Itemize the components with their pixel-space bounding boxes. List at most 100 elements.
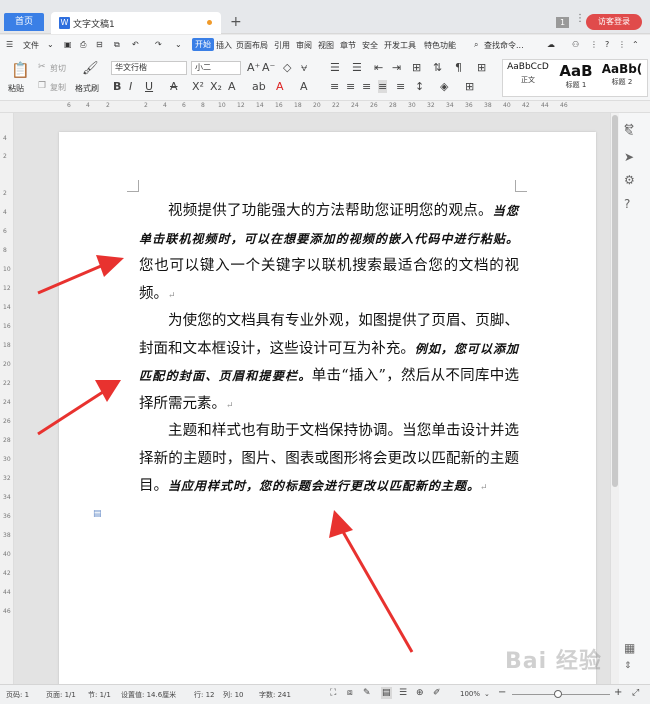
italic-icon[interactable]: I xyxy=(129,80,132,93)
show-marks-icon[interactable]: ¶ xyxy=(455,61,462,74)
status-page-number[interactable]: 页码: 1 xyxy=(6,690,29,700)
increase-indent-icon[interactable]: ⇥ xyxy=(392,61,401,74)
vertical-ruler[interactable]: 4 2 2 4 6 8 10 12 14 16 18 20 22 24 26 2… xyxy=(0,113,14,684)
border-icon[interactable]: ⊞ xyxy=(465,80,474,93)
scrollbar-thumb[interactable] xyxy=(612,115,618,487)
menu-layout[interactable]: 页面布局 xyxy=(236,40,268,51)
decrease-indent-icon[interactable]: ⇤ xyxy=(374,61,383,74)
paragraph-3[interactable]: 主题和样式也有助于文档保持协调。当您单击设计并选择新的主题时，图片、图表或图形将… xyxy=(139,418,519,503)
align-right-icon[interactable]: ≡ xyxy=(362,80,371,93)
shrink-font-icon[interactable]: A⁻ xyxy=(262,61,275,74)
highlight-icon[interactable]: ab xyxy=(252,80,266,93)
export-icon[interactable]: ⎙ xyxy=(80,40,86,50)
status-pages[interactable]: 页面: 1/1 xyxy=(46,690,76,700)
grow-font-icon[interactable]: A⁺ xyxy=(247,61,260,74)
document-page[interactable]: 视频提供了功能强大的方法帮助您证明您的观点。当您单击联机视频时，可以在想要添加的… xyxy=(59,132,596,692)
file-menu[interactable]: 文件 xyxy=(23,40,39,51)
paste-label[interactable]: 粘贴 xyxy=(8,83,24,94)
superscript-icon[interactable]: X² xyxy=(192,80,204,93)
file-dropdown-icon[interactable]: ⌄ xyxy=(47,40,54,49)
hamburger-icon[interactable]: ☰ xyxy=(6,40,13,49)
paragraph-2[interactable]: 为使您的文档具有专业外观，如图提供了页眉、页脚、封面和文本框设计，这些设计可互为… xyxy=(139,308,519,420)
format-painter-icon[interactable]: 🖌 xyxy=(82,61,99,76)
menu-insert[interactable]: 插入 xyxy=(216,40,232,51)
zoom-in-icon[interactable]: + xyxy=(614,687,622,698)
collapse-ribbon-icon[interactable]: ⌃ xyxy=(632,40,639,49)
menu-security[interactable]: 安全 xyxy=(362,40,378,51)
status-row[interactable]: 行: 12 xyxy=(194,690,215,700)
pen-mode-icon[interactable]: ✎ xyxy=(363,688,371,698)
help-icon[interactable]: ? xyxy=(605,40,609,49)
menu-developer[interactable]: 开发工具 xyxy=(384,40,416,51)
adjust-icon[interactable]: ⚙ xyxy=(624,173,635,187)
table-icon[interactable]: ⊞ xyxy=(477,61,486,74)
new-tab-button[interactable]: + xyxy=(230,14,242,30)
undo-icon[interactable]: ↶ xyxy=(132,40,139,49)
search-icon[interactable]: ⌕ xyxy=(474,40,478,50)
zoom-out-icon[interactable]: − xyxy=(498,687,506,698)
zoom-slider-handle[interactable] xyxy=(554,690,562,698)
bullet-list-icon[interactable]: ☰ xyxy=(330,61,340,74)
copy-icon[interactable]: ❐ xyxy=(38,81,46,91)
menu-review[interactable]: 审阅 xyxy=(296,40,312,51)
protect-icon[interactable]: ⧈ xyxy=(347,688,353,698)
copy-label[interactable]: 复制 xyxy=(50,82,66,93)
font-name-select[interactable]: 华文行楷 xyxy=(111,61,187,75)
format-painter-label[interactable]: 格式刷 xyxy=(75,83,99,94)
page-count-badge[interactable]: 1 xyxy=(556,17,569,28)
menu-section[interactable]: 章节 xyxy=(340,40,356,51)
zoom-dropdown-icon[interactable]: ⌄ xyxy=(484,690,490,698)
page-view-icon[interactable]: ▤ xyxy=(381,687,392,699)
subscript-icon[interactable]: X₂ xyxy=(210,80,222,93)
strikethrough-icon[interactable]: A xyxy=(170,80,178,93)
fit-page-icon[interactable]: ⤢ xyxy=(632,688,639,698)
menu-view[interactable]: 视图 xyxy=(318,40,334,51)
line-spacing-icon[interactable]: ↕ xyxy=(415,80,424,93)
char-shading-icon[interactable]: A xyxy=(300,80,308,93)
paragraph-handle-icon[interactable]: ▤ xyxy=(93,509,102,519)
style-heading-1[interactable]: AaB 标题 1 xyxy=(553,62,599,96)
more-icon[interactable]: ⋮ xyxy=(590,40,598,49)
quick-access-dropdown-icon[interactable]: ⌄ xyxy=(175,40,182,49)
help-circle-icon[interactable]: ? xyxy=(624,197,630,211)
status-word-count[interactable]: 字数: 241 xyxy=(259,690,291,700)
page-nav-icon[interactable]: ⇕ xyxy=(624,661,632,671)
read-mode-icon[interactable]: ✐ xyxy=(433,688,441,698)
search-command[interactable]: 查找命令... xyxy=(484,40,524,51)
paste-icon[interactable]: 📋 xyxy=(11,61,30,79)
align-left-icon[interactable]: ≡ xyxy=(330,80,339,93)
redo-icon[interactable]: ↷ xyxy=(155,40,162,49)
clear-format-icon[interactable]: ◇ xyxy=(283,61,291,74)
align-center-icon[interactable]: ≡ xyxy=(346,80,355,93)
menu-start[interactable]: 开始 xyxy=(192,38,214,51)
menu-features[interactable]: 特色功能 xyxy=(424,40,456,51)
select-cursor-icon[interactable]: ➤ xyxy=(624,150,634,164)
justify-icon[interactable]: ≡ xyxy=(378,80,388,93)
zoom-level[interactable]: 100% xyxy=(460,690,480,698)
document-canvas[interactable]: 视频提供了功能强大的方法帮助您证明您的观点。当您单击联机视频时，可以在想要添加的… xyxy=(14,113,610,692)
preview-icon[interactable]: ⧉ xyxy=(114,40,120,50)
fullscreen-icon[interactable]: ⛶ xyxy=(330,688,336,698)
web-view-icon[interactable]: ⊕ xyxy=(416,688,424,698)
text-effect-icon[interactable]: A xyxy=(228,80,236,93)
sort-icon[interactable]: ⇅ xyxy=(433,61,442,74)
home-tab[interactable]: 首页 xyxy=(4,13,44,31)
numbered-list-icon[interactable]: ☰ xyxy=(352,61,362,74)
menu-reference[interactable]: 引用 xyxy=(274,40,290,51)
style-normal[interactable]: AaBbCcD 正文 xyxy=(505,62,551,96)
window-grid-icon[interactable]: ⋮ xyxy=(575,13,585,24)
cut-label[interactable]: 剪切 xyxy=(50,63,66,74)
style-heading-2[interactable]: AaBb( 标题 2 xyxy=(599,62,645,96)
chinese-layout-icon[interactable]: ⊞ xyxy=(412,61,421,74)
edit-pen-icon[interactable]: ✎ xyxy=(624,125,634,139)
shading-icon[interactable]: ◈ xyxy=(440,80,448,93)
visitor-login-button[interactable]: 访客登录 xyxy=(586,14,642,30)
font-size-select[interactable]: 小二 xyxy=(191,61,241,75)
outline-view-icon[interactable]: ☰ xyxy=(399,688,407,698)
cut-icon[interactable]: ✂ xyxy=(38,62,46,72)
share-icon[interactable]: ⚇ xyxy=(572,40,579,49)
document-tab[interactable]: W 文字文稿1 xyxy=(51,12,221,34)
font-color-icon[interactable]: A xyxy=(276,80,284,93)
save-icon[interactable]: ▣ xyxy=(64,40,72,49)
status-setting[interactable]: 设置值: 14.6厘米 xyxy=(121,690,176,700)
